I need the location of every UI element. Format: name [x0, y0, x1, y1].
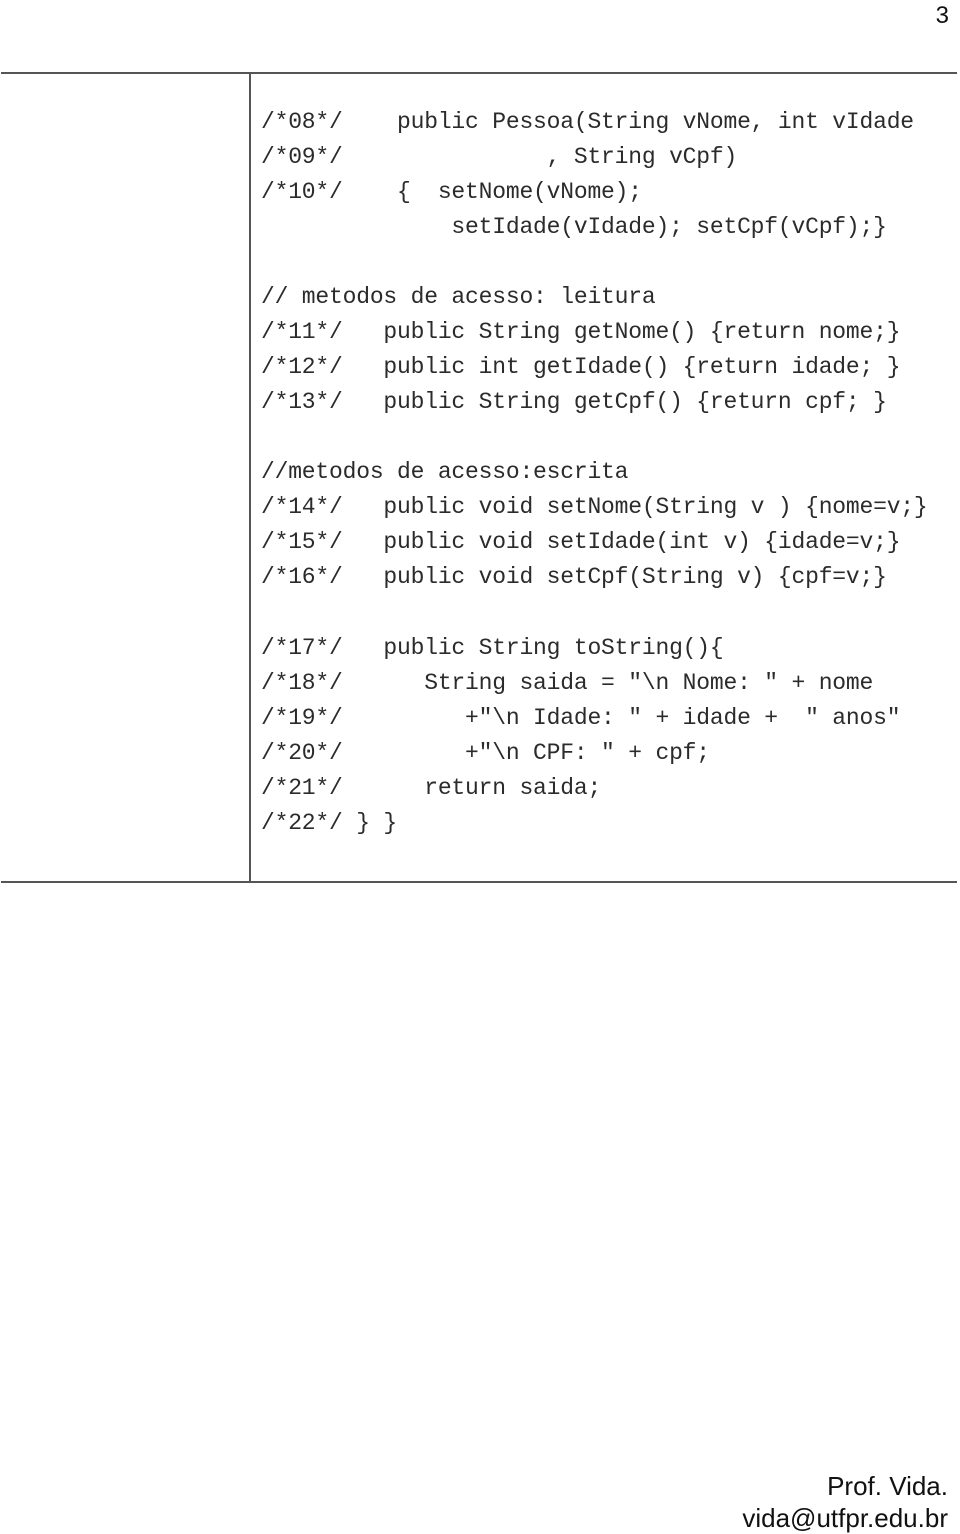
bottom-divider: [1, 881, 957, 883]
code-line: /*18*/ String saida = "\n Nome: " + nome: [261, 670, 874, 696]
code-line: /*17*/ public String toString(){: [261, 635, 724, 661]
footer-author: Prof. Vida.: [827, 1471, 948, 1501]
code-line: /*22*/ } }: [261, 810, 398, 836]
code-line: /*15*/ public void setIdade(int v) {idad…: [261, 529, 901, 555]
footer-email: vida@utfpr.edu.br: [742, 1503, 948, 1533]
code-line: /*11*/ public String getNome() {return n…: [261, 319, 901, 345]
code-line: setIdade(vIdade); setCpf(vCpf);}: [261, 214, 887, 240]
code-line: /*20*/ +"\n CPF: " + cpf;: [261, 740, 710, 766]
code-line: /*16*/ public void setCpf(String v) {cpf…: [261, 564, 887, 590]
code-line: /*21*/ return saida;: [261, 775, 602, 801]
code-line: /*08*/ public Pessoa(String vNome, int v…: [261, 109, 914, 135]
code-line: /*14*/ public void setNome(String v ) {n…: [261, 494, 928, 520]
code-line: /*09*/ , String vCpf): [261, 144, 738, 170]
code-line: /*19*/ +"\n Idade: " + idade + " anos": [261, 705, 901, 731]
footer: Prof. Vida. vida@utfpr.edu.br: [742, 1470, 948, 1534]
page-number: 3: [935, 2, 949, 29]
code-line: /*10*/ { setNome(vNome);: [261, 179, 642, 205]
code-line: /*13*/ public String getCpf() {return cp…: [261, 389, 887, 415]
top-divider: [1, 72, 957, 74]
code-comment: //metodos de acesso:escrita: [261, 459, 629, 485]
code-line: /*12*/ public int getIdade() {return ida…: [261, 354, 901, 380]
code-comment: // metodos de acesso: leitura: [261, 284, 656, 310]
vertical-divider: [249, 73, 251, 882]
